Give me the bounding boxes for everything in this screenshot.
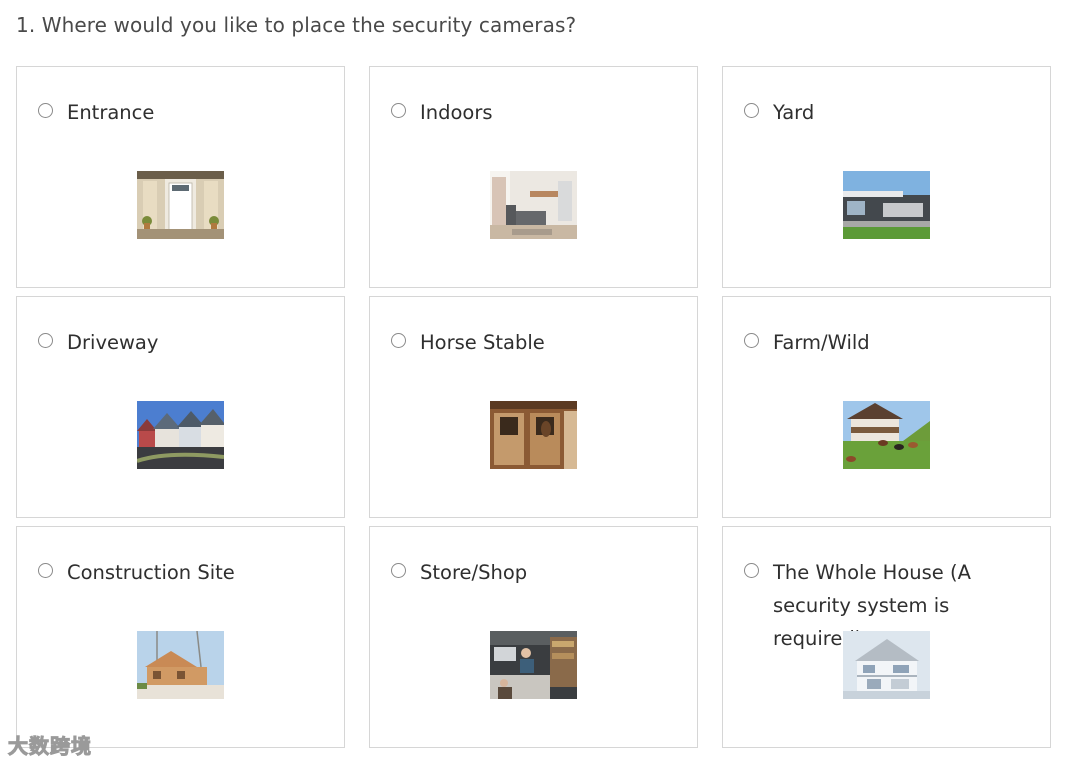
front-door-photo bbox=[137, 171, 224, 239]
modern-house-yard-photo bbox=[843, 171, 930, 239]
option-label: Farm/Wild bbox=[773, 331, 870, 354]
option-label: Construction Site bbox=[67, 561, 235, 584]
option-horse-stable[interactable]: Horse Stable bbox=[369, 296, 698, 518]
radio-button[interactable] bbox=[391, 563, 406, 578]
watermark-text: 大数跨境 bbox=[8, 734, 92, 759]
option-label: Indoors bbox=[420, 101, 493, 124]
option-yard[interactable]: Yard bbox=[722, 66, 1051, 288]
horse-stable-photo bbox=[490, 401, 577, 469]
option-entrance[interactable]: Entrance bbox=[16, 66, 345, 288]
question-title: 1. Where would you like to place the sec… bbox=[16, 13, 577, 37]
option-label: Horse Stable bbox=[420, 331, 545, 354]
radio-button[interactable] bbox=[391, 333, 406, 348]
option-label: Yard bbox=[773, 101, 815, 124]
whole-house-cutaway-photo bbox=[843, 631, 930, 699]
option-store-shop[interactable]: Store/Shop bbox=[369, 526, 698, 748]
construction-site-photo bbox=[137, 631, 224, 699]
radio-button[interactable] bbox=[391, 103, 406, 118]
shop-interior-photo bbox=[490, 631, 577, 699]
option-construction-site[interactable]: Construction Site bbox=[16, 526, 345, 748]
radio-button[interactable] bbox=[38, 333, 53, 348]
radio-button[interactable] bbox=[38, 563, 53, 578]
option-driveway[interactable]: Driveway bbox=[16, 296, 345, 518]
option-label: Store/Shop bbox=[420, 561, 528, 584]
farm-cows-photo bbox=[843, 401, 930, 469]
living-room-photo bbox=[490, 171, 577, 239]
radio-button[interactable] bbox=[744, 333, 759, 348]
option-indoors[interactable]: Indoors bbox=[369, 66, 698, 288]
street-houses-photo bbox=[137, 401, 224, 469]
radio-button[interactable] bbox=[38, 103, 53, 118]
options-grid: Entrance Indoors Yard Driveway Horse Sta… bbox=[16, 66, 1051, 749]
option-label: Entrance bbox=[67, 101, 155, 124]
option-label: Driveway bbox=[67, 331, 159, 354]
radio-button[interactable] bbox=[744, 103, 759, 118]
radio-button[interactable] bbox=[744, 563, 759, 578]
option-farm-wild[interactable]: Farm/Wild bbox=[722, 296, 1051, 518]
option-whole-house[interactable]: The Whole House (A security system is re… bbox=[722, 526, 1051, 748]
